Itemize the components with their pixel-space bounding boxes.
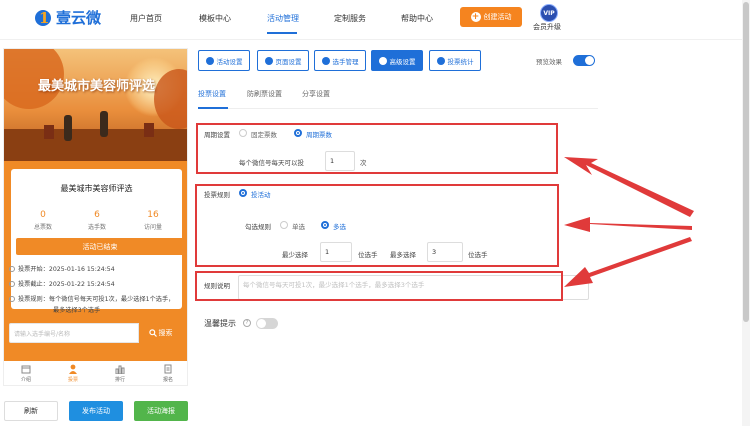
activity-poster-button[interactable]: 活动海报 xyxy=(134,401,188,421)
nav-user-home[interactable]: 用户首页 xyxy=(130,13,162,24)
help-icon[interactable]: ? xyxy=(243,319,251,327)
min-select-unit: 位选手 xyxy=(358,251,378,259)
radio-multiple-choice[interactable] xyxy=(321,221,329,229)
nav-template-center[interactable]: 模板中心 xyxy=(199,13,231,24)
radio-periodic-votes[interactable] xyxy=(294,129,302,137)
preview-effect-toggle[interactable] xyxy=(573,55,595,66)
tab-ranking[interactable]: 排行 xyxy=(105,364,135,383)
info-icon xyxy=(9,296,15,302)
vote-end-info: 投票截止：2025-01-22 15:24:54 xyxy=(9,279,115,290)
period-settings-label: 周期设置 xyxy=(204,131,230,139)
stat-total-votes: 0 总票数 xyxy=(33,210,52,231)
vote-start-info: 投票开始：2025-01-16 15:24:54 xyxy=(9,264,115,275)
max-select-label: 最多选择 xyxy=(390,251,416,259)
calendar-icon xyxy=(21,365,31,374)
tab-share-settings[interactable]: 分享设置 xyxy=(302,89,330,99)
daily-votes-input[interactable]: 1 xyxy=(325,151,355,171)
brand-logo[interactable]: 1 壹云微 xyxy=(33,6,101,28)
sliders-icon xyxy=(378,56,387,65)
daily-votes-prefix: 每个微信号每天可以投 xyxy=(239,159,304,167)
vote-rule-info-cont: 最多选择3个选手 xyxy=(53,307,101,314)
radio-vote-activity-label[interactable]: 投活动 xyxy=(251,189,271,199)
tips-toggle[interactable] xyxy=(256,318,278,329)
scrollbar-thumb[interactable] xyxy=(743,2,749,322)
max-select-input[interactable]: 3 xyxy=(427,242,463,262)
page-scrollbar[interactable] xyxy=(742,0,750,426)
nav-activity-management[interactable]: 活动管理 xyxy=(267,13,299,24)
brand-name: 壹云微 xyxy=(56,8,102,27)
radio-single-choice-label[interactable]: 单选 xyxy=(292,221,305,231)
banner-image: 最美城市美容师评选 xyxy=(4,49,187,161)
radio-multiple-choice-label[interactable]: 多选 xyxy=(333,221,346,231)
nav-help-center[interactable]: 帮助中心 xyxy=(401,13,433,24)
tab-intro[interactable]: 介绍 xyxy=(11,364,41,383)
vip-icon[interactable]: VIP xyxy=(540,4,558,22)
vote-rules-label: 投票规则 xyxy=(204,191,230,199)
radio-vote-activity[interactable] xyxy=(239,189,247,197)
max-select-unit: 位选手 xyxy=(468,251,488,259)
form-icon xyxy=(164,364,172,374)
subtab-divider xyxy=(198,108,598,109)
refresh-button[interactable]: 刷新 xyxy=(4,401,58,421)
vote-statistics-button[interactable]: 投票统计 xyxy=(429,50,481,71)
settings-icon xyxy=(205,56,214,65)
tab-vote[interactable]: 投票 xyxy=(58,364,88,383)
subtab-active-indicator xyxy=(198,107,228,109)
nav-active-indicator xyxy=(267,32,297,34)
top-nav: 1 壹云微 用户首页 模板中心 活动管理 定制服务 帮助中心 + 创建活动 VI… xyxy=(0,0,750,40)
radio-fixed-votes[interactable] xyxy=(239,129,247,137)
vote-rule-info: 投票规则：每个微信号每天可投1次，最少选择1个选手， xyxy=(9,294,174,305)
contestant-search-input[interactable]: 请输入选手编号/名称 xyxy=(9,323,139,343)
advanced-settings-button[interactable]: 高级设置 xyxy=(371,50,423,71)
logo-icon: 1 xyxy=(33,6,53,28)
create-activity-label: 创建活动 xyxy=(483,13,512,21)
check-rule-label: 勾选规则 xyxy=(245,223,271,231)
min-select-label: 最少选择 xyxy=(282,251,308,259)
user-icon xyxy=(69,364,77,374)
activity-settings-button[interactable]: 活动设置 xyxy=(198,50,250,71)
nav-custom-service[interactable]: 定制服务 xyxy=(334,13,366,24)
banner-title: 最美城市美容师评选 xyxy=(37,79,155,94)
daily-votes-suffix: 次 xyxy=(360,159,367,167)
tab-anti-fraud-settings[interactable]: 防刷票设置 xyxy=(247,89,282,99)
search-icon xyxy=(148,329,157,337)
create-activity-button[interactable]: + 创建活动 xyxy=(460,7,522,27)
vip-upgrade-label[interactable]: 会员升级 xyxy=(533,22,561,32)
ranking-icon xyxy=(115,365,125,374)
activity-ended-button[interactable]: 活动已结束 xyxy=(16,238,184,255)
plus-icon: + xyxy=(470,12,481,22)
preview-effect-label: 预览效果 xyxy=(536,58,562,66)
bar-chart-icon xyxy=(436,56,445,65)
radio-periodic-votes-label[interactable]: 周期票数 xyxy=(306,129,332,139)
stat-visits: 16 访问量 xyxy=(143,210,162,231)
tips-label: 温馨提示 xyxy=(204,319,236,328)
preview-bottom-tabs: 介绍 投票 排行 报名 xyxy=(4,361,187,385)
page-settings-button[interactable]: 页面设置 xyxy=(257,50,309,71)
radio-fixed-votes-label[interactable]: 固定票数 xyxy=(251,129,277,139)
clock-icon xyxy=(9,281,15,287)
tab-vote-settings[interactable]: 投票设置 xyxy=(198,89,226,99)
annotation-arrow-3 xyxy=(564,237,692,287)
tab-signup[interactable]: 报名 xyxy=(153,364,183,383)
min-select-input[interactable]: 1 xyxy=(320,242,352,262)
publish-activity-button[interactable]: 发布活动 xyxy=(69,401,123,421)
radio-single-choice[interactable] xyxy=(280,221,288,229)
clock-icon xyxy=(9,266,15,272)
stat-contestants: 6 选手数 xyxy=(87,210,106,231)
contestant-management-button[interactable]: 选手管理 xyxy=(314,50,366,71)
activity-title: 最美城市美容师评选 xyxy=(60,184,133,193)
gear-icon xyxy=(264,56,273,65)
users-icon xyxy=(321,56,330,65)
annotation-box-description xyxy=(195,271,563,301)
search-button[interactable]: 搜索 xyxy=(139,323,182,343)
